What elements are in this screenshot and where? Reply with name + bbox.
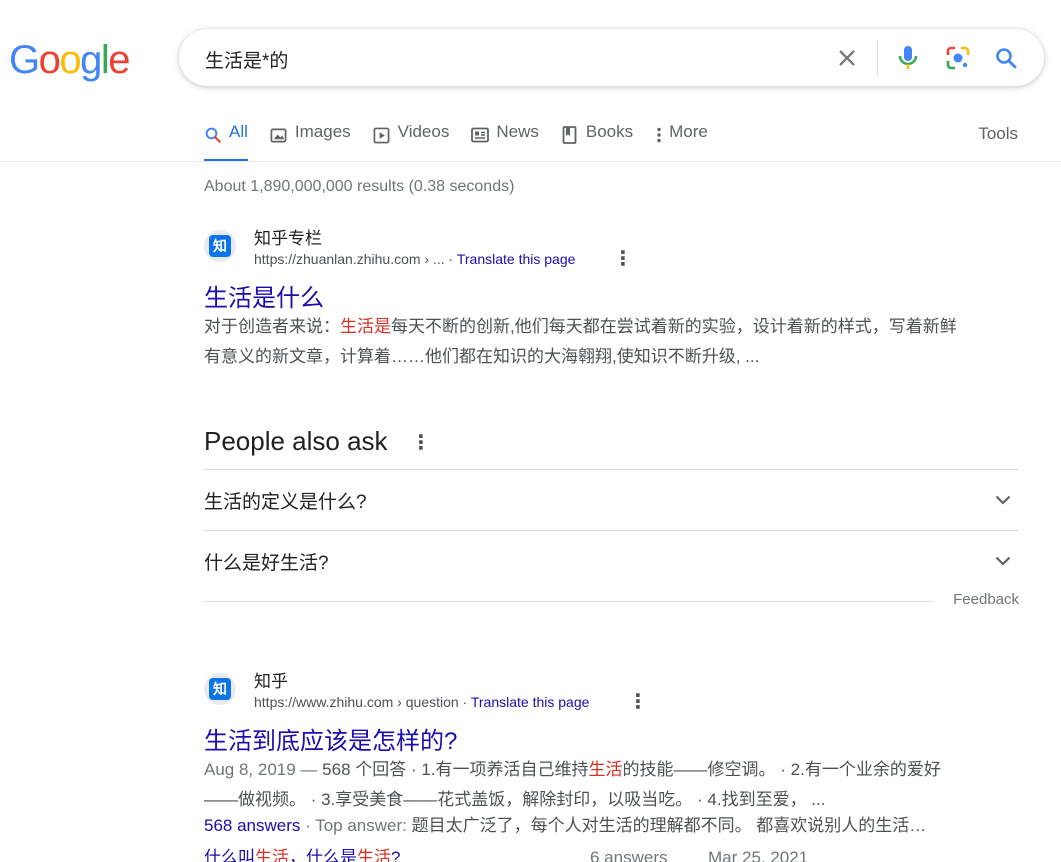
snippet-text: 568 个回答 · 1.有一项养活自己维持 — [322, 760, 589, 779]
favicon: 知 — [204, 230, 236, 262]
microphone-icon[interactable] — [893, 43, 923, 73]
search-result: 知 知乎专栏 https://zhuanlan.zhihu.com › ... … — [204, 224, 964, 374]
tab-all[interactable]: All — [204, 122, 248, 162]
snippet-text: 对于创造者来说： — [204, 317, 340, 336]
tab-label: News — [496, 122, 539, 141]
snippet-highlight: 生活 — [588, 760, 623, 779]
paa-question[interactable]: 什么是好生活? — [204, 531, 1019, 591]
tab-label: Images — [294, 122, 351, 141]
chevron-down-icon — [991, 549, 1015, 573]
related-highlight: 生活 — [255, 848, 289, 862]
search-tabs: All Images Videos News Books More — [204, 122, 730, 162]
more-options-icon[interactable]: ⋮ — [411, 430, 431, 454]
related-text: ，什么是 — [289, 848, 357, 862]
tab-label: Videos — [397, 122, 450, 141]
google-logo[interactable]: Google — [9, 36, 130, 84]
logo-letter: l — [100, 38, 110, 82]
zhihu-logo-icon: 知 — [209, 235, 231, 257]
related-text: 什么叫 — [204, 848, 255, 862]
people-also-ask-heading: People also ask — [204, 426, 388, 456]
search-icon — [204, 126, 222, 144]
logo-letter: o — [38, 38, 61, 82]
url-text: https://zhuanlan.zhihu.com › ... — [254, 251, 445, 267]
more-vert-icon — [655, 126, 663, 144]
search-input[interactable]: 生活是*的 — [205, 46, 288, 73]
answers-link[interactable]: 568 answers — [204, 816, 300, 835]
search-icon[interactable] — [991, 43, 1021, 73]
zhihu-logo-icon: 知 — [209, 678, 231, 700]
related-question-link[interactable]: 什么叫生活，什么是生活? — [204, 848, 400, 862]
more-options-icon[interactable]: ⋮ — [613, 248, 633, 270]
paa-question-text: 生活的定义是什么? — [204, 491, 367, 513]
site-url[interactable]: https://zhuanlan.zhihu.com › ... · Trans… — [254, 251, 575, 267]
paa-question-text: 什么是好生活? — [204, 552, 329, 574]
separator: · — [444, 251, 457, 267]
tab-label: Books — [585, 122, 634, 141]
divider — [204, 601, 934, 602]
tab-images[interactable]: Images — [270, 122, 351, 162]
tabs-divider — [0, 161, 1061, 162]
favicon: 知 — [204, 673, 236, 705]
tab-books[interactable]: Books — [561, 122, 633, 162]
result-snippet: 对于创造者来说：生活是每天不断的创新,他们每天都在尝试着新的实验，设计着新的样式… — [204, 312, 964, 372]
snippet-highlight: 生活是 — [340, 317, 391, 336]
paa-question[interactable]: 生活的定义是什么? — [204, 470, 1019, 530]
tools-button[interactable]: Tools — [978, 124, 1018, 144]
logo-letter: g — [80, 38, 102, 82]
chevron-down-icon — [991, 488, 1015, 512]
result-title[interactable]: 生活是什么 — [204, 278, 324, 313]
related-question-row[interactable]: 什么叫生活，什么是生活? 6 answers Mar 25, 2021 — [204, 843, 964, 862]
related-date: Mar 25, 2021 — [708, 848, 809, 862]
separator: — — [295, 760, 323, 779]
clear-icon[interactable] — [832, 43, 862, 73]
site-name[interactable]: 知乎 — [254, 667, 288, 692]
news-icon — [471, 126, 490, 144]
related-highlight: 生活 — [357, 848, 391, 862]
translate-link[interactable]: Translate this page — [471, 694, 590, 710]
search-divider — [877, 40, 878, 75]
tab-more[interactable]: More — [655, 122, 708, 162]
top-answer-text: 题目太广泛了，每个人对生活的理解都不同。 都喜欢说别人的生活… — [411, 816, 927, 835]
tab-label: All — [229, 122, 248, 141]
result-date: Aug 8, 2019 — [204, 760, 296, 779]
logo-letter: G — [9, 38, 40, 82]
site-name[interactable]: 知乎专栏 — [254, 224, 322, 249]
top-answer-line: 568 answers · Top answer: 题目太广泛了，每个人对生活的… — [204, 811, 964, 841]
site-url[interactable]: https://www.zhihu.com › question · Trans… — [254, 694, 589, 710]
result-title[interactable]: 生活到底应该是怎样的? — [204, 721, 457, 756]
translate-link[interactable]: Translate this page — [457, 251, 576, 267]
book-icon — [561, 126, 579, 144]
lens-camera-icon[interactable] — [943, 43, 973, 73]
search-result: 知 知乎 https://www.zhihu.com › question · … — [204, 667, 964, 862]
search-box[interactable]: 生活是*的 — [179, 29, 1044, 86]
tab-videos[interactable]: Videos — [373, 122, 450, 162]
play-icon — [373, 126, 391, 144]
tab-label: More — [669, 122, 708, 141]
image-icon — [270, 126, 288, 144]
result-stats: About 1,890,000,000 results (0.38 second… — [204, 178, 515, 195]
feedback-link[interactable]: Feedback — [953, 591, 1019, 608]
more-options-icon[interactable]: ⋮ — [628, 691, 648, 713]
url-text: https://www.zhihu.com › question — [254, 694, 459, 710]
related-text: ? — [391, 848, 401, 862]
separator: · — [458, 694, 471, 710]
logo-letter: o — [59, 38, 81, 82]
tab-news[interactable]: News — [471, 122, 539, 162]
related-answers-count: 6 answers — [590, 848, 668, 862]
result-snippet: Aug 8, 2019 — 568 个回答 · 1.有一项养活自己维持生活的技能… — [204, 755, 964, 815]
logo-letter: e — [108, 38, 130, 82]
top-answer-label: · Top answer: — [300, 816, 412, 835]
